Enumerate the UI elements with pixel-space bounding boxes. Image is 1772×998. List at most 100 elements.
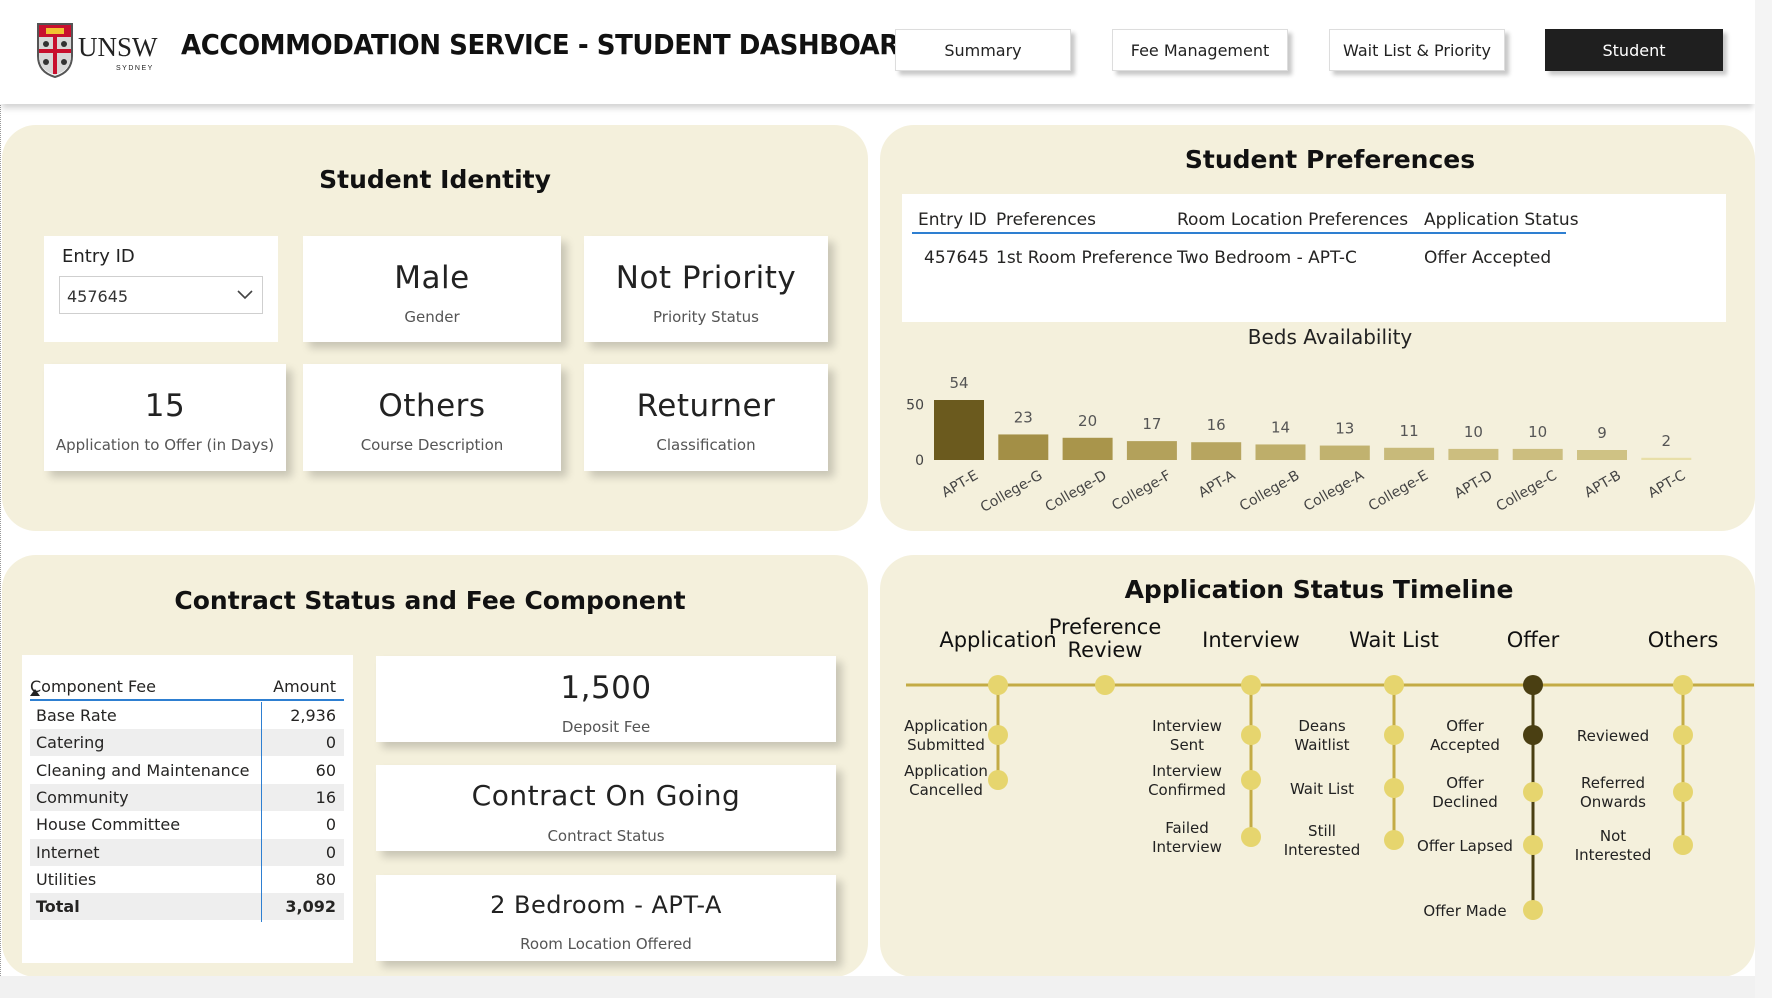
- bar-college-g[interactable]: [998, 434, 1049, 460]
- status-marker-referred-onwards[interactable]: [1673, 782, 1693, 802]
- header-room-location-preferences[interactable]: Room Location Preferences: [1177, 210, 1408, 230]
- stage-label: Preference: [1049, 615, 1162, 639]
- fee-amount: 0: [325, 842, 336, 862]
- bar-apt-c[interactable]: [1641, 457, 1692, 460]
- bar-apt-a[interactable]: [1191, 442, 1242, 460]
- cell-entry-id: 457645: [924, 248, 989, 268]
- gender-value: Male: [394, 260, 470, 296]
- application-status-timeline: ApplicationApplicationSubmittedApplicati…: [904, 615, 1754, 920]
- table-row[interactable]: Base Rate 2,936: [30, 702, 344, 729]
- bar-college-e[interactable]: [1384, 447, 1435, 460]
- classification-label: Classification: [656, 436, 756, 454]
- status-marker-offer-declined[interactable]: [1523, 782, 1543, 802]
- bar-college-a[interactable]: [1319, 445, 1370, 460]
- entry-id-label: Entry ID: [62, 246, 135, 267]
- stage-marker[interactable]: [1523, 675, 1543, 695]
- stage-marker[interactable]: [1241, 675, 1261, 695]
- status-label: Interview: [1152, 838, 1222, 856]
- stage-marker[interactable]: [1384, 675, 1404, 695]
- status-marker-wait-list[interactable]: [1384, 778, 1404, 798]
- status-marker-offer-made[interactable]: [1523, 900, 1543, 920]
- fee-component-name: Community: [36, 787, 129, 807]
- x-tick-label: College-D: [1043, 468, 1110, 516]
- chevron-down-icon[interactable]: [236, 285, 254, 303]
- preferences-table-header: Entry ID Preferences Room Location Prefe…: [912, 200, 1579, 234]
- bar-apt-d[interactable]: [1448, 448, 1499, 460]
- status-label: Application: [904, 717, 988, 735]
- table-row[interactable]: Community 16: [30, 783, 344, 811]
- status-marker-offer-accepted[interactable]: [1523, 725, 1543, 745]
- y-tick-label: 50: [906, 397, 924, 413]
- header-preferences[interactable]: Preferences: [996, 210, 1096, 230]
- table-row[interactable]: House Committee 0: [30, 811, 344, 838]
- nav-wait-list-priority-button[interactable]: Wait List & Priority: [1329, 29, 1505, 71]
- data-label: 11: [1400, 422, 1419, 440]
- fee-table-header: Component Fee Amount: [30, 667, 344, 701]
- status-label: Deans: [1298, 717, 1345, 735]
- entry-id-value: 457645: [67, 287, 129, 306]
- status-marker-offer-lapsed[interactable]: [1523, 835, 1543, 855]
- status-marker-still-interested[interactable]: [1384, 830, 1404, 850]
- timeline-stage-others: Others Reviewed ReferredOnwards NotInterest…: [1575, 628, 1719, 864]
- classification-card: Returner Classification: [584, 364, 828, 471]
- table-row[interactable]: Utilities 80: [30, 866, 344, 893]
- data-label: 9: [1597, 424, 1607, 442]
- status-marker-reviewed[interactable]: [1673, 725, 1693, 745]
- contract-status-label: Contract Status: [547, 827, 665, 845]
- status-marker-interview-confirmed[interactable]: [1241, 770, 1261, 790]
- data-label: 20: [1078, 412, 1097, 430]
- data-label: 17: [1142, 415, 1161, 433]
- status-marker-interview-sent[interactable]: [1241, 725, 1261, 745]
- entry-id-dropdown[interactable]: 457645: [59, 276, 263, 314]
- header-entry-id[interactable]: Entry ID: [918, 210, 987, 230]
- nav-fee-management-button[interactable]: Fee Management: [1112, 29, 1288, 71]
- top-header: UNSW SYDNEY ACCOMMODATION SERVICE - STUD…: [0, 0, 1755, 104]
- bar-apt-b[interactable]: [1577, 450, 1627, 460]
- timeline-stage-interview: InterviewInterviewSentInterviewConfirmed…: [1148, 628, 1300, 856]
- bar-college-d[interactable]: [1062, 437, 1113, 460]
- stage-marker[interactable]: [1673, 675, 1693, 695]
- status-marker-deans-waitlist[interactable]: [1384, 725, 1404, 745]
- beds-availability-title: Beds Availability: [1247, 325, 1413, 349]
- fee-total-row[interactable]: Total 3,092: [30, 893, 344, 921]
- course-description-card: Others Course Description: [303, 364, 561, 471]
- stage-label: Others: [1648, 628, 1719, 652]
- cell-application-status: Offer Accepted: [1424, 248, 1552, 268]
- table-row[interactable]: 457645 1st Room Preference Two Bedroom -…: [912, 238, 1566, 270]
- status-marker-application-submitted[interactable]: [988, 725, 1008, 745]
- table-row[interactable]: Cleaning and Maintenance 60: [30, 757, 344, 784]
- status-marker-application-cancelled[interactable]: [988, 770, 1008, 790]
- nav-student-button[interactable]: Student: [1545, 29, 1723, 71]
- header-application-status[interactable]: Application Status: [1424, 210, 1579, 230]
- svg-text:UNSW: UNSW: [78, 32, 158, 62]
- status-label: Failed: [1165, 819, 1209, 837]
- timeline-stage-application: ApplicationApplicationSubmittedApplicati…: [904, 628, 1057, 799]
- status-label: Interview: [1152, 762, 1222, 780]
- stage-label: Interview: [1202, 628, 1300, 652]
- status-marker-failed-interview[interactable]: [1241, 827, 1261, 847]
- stage-label: Review: [1068, 638, 1143, 662]
- status-label: Offer: [1446, 774, 1484, 792]
- bar-college-f[interactable]: [1126, 441, 1177, 460]
- contract-status-value: Contract On Going: [471, 779, 741, 812]
- bar-apt-e[interactable]: [934, 400, 984, 460]
- stage-marker[interactable]: [1095, 675, 1115, 695]
- header-amount[interactable]: Amount: [273, 677, 336, 696]
- fee-amount: 2,936: [290, 706, 336, 725]
- x-tick-label: APT-A: [1196, 467, 1239, 501]
- y-tick-label: 0: [915, 453, 924, 469]
- header-component-fee[interactable]: Component Fee: [30, 677, 156, 696]
- bar-college-b[interactable]: [1255, 444, 1306, 460]
- bar-college-c[interactable]: [1512, 448, 1563, 460]
- table-row[interactable]: Internet 0: [30, 838, 344, 866]
- stage-marker[interactable]: [988, 675, 1008, 695]
- crest-icon: UNSW SYDNEY: [37, 23, 158, 79]
- nav-summary-button[interactable]: Summary: [895, 29, 1071, 71]
- status-label: Sent: [1170, 736, 1204, 754]
- room-location-offered-value: 2 Bedroom - APT-A: [490, 891, 722, 919]
- table-row[interactable]: Catering 0: [30, 729, 344, 757]
- status-marker-not-interested[interactable]: [1673, 835, 1693, 855]
- entry-id-slicer: Entry ID 457645: [44, 236, 278, 342]
- data-label: 13: [1335, 420, 1354, 438]
- sort-ascending-icon[interactable]: [30, 689, 40, 696]
